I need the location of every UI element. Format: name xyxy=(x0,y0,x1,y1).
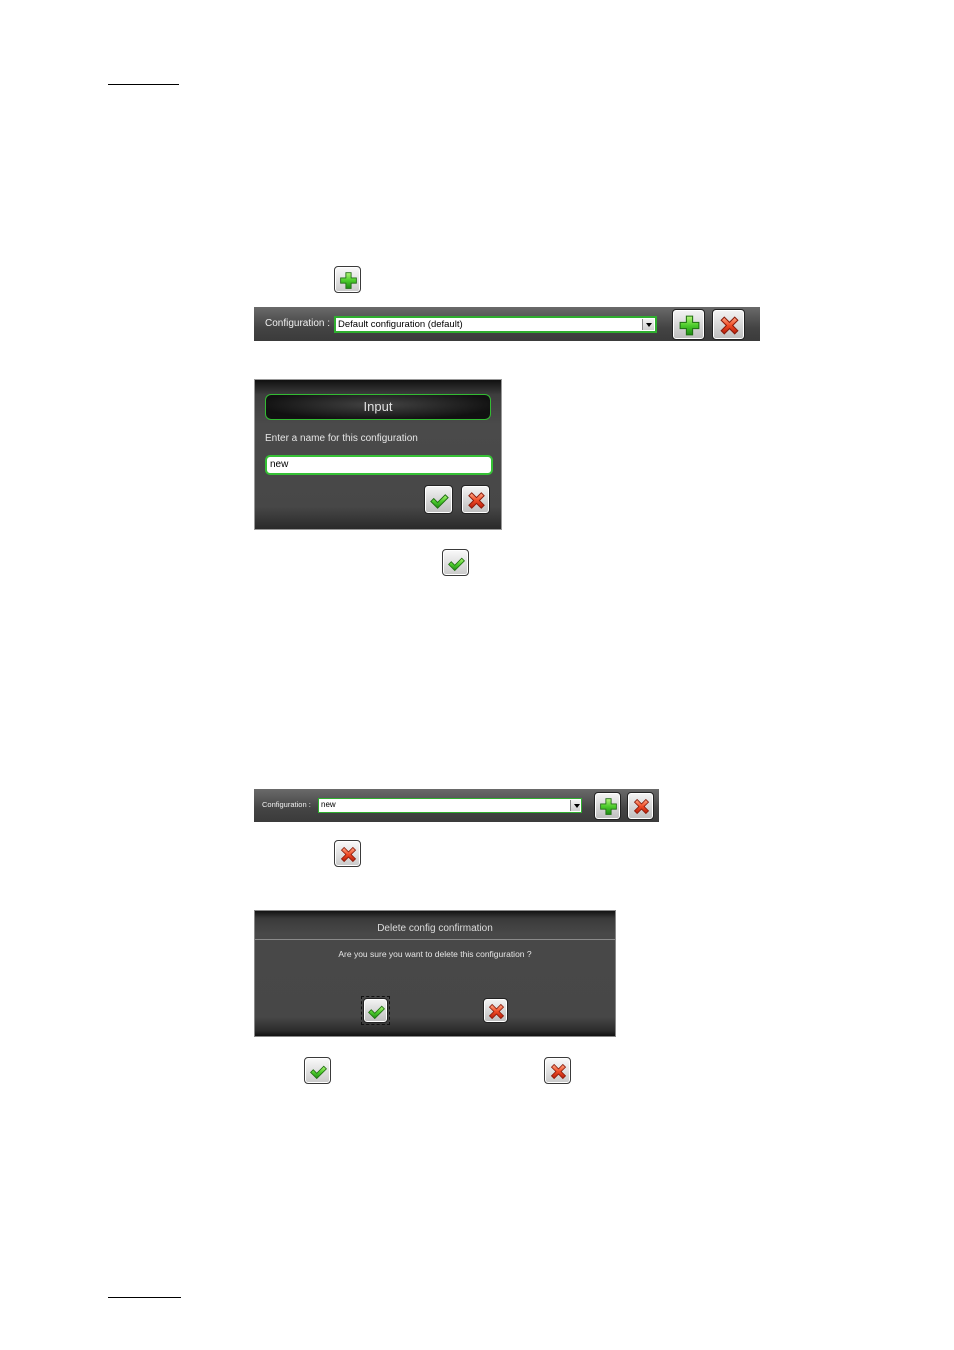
add-config-button[interactable] xyxy=(594,792,621,820)
dialog-prompt: Enter a name for this configuration xyxy=(265,433,418,444)
cancel-delete-button[interactable] xyxy=(483,998,508,1023)
input-dialog: Input Enter a name for this configuratio… xyxy=(254,379,502,530)
dialog-title: Input xyxy=(265,394,491,420)
confirm-icon xyxy=(304,1057,331,1084)
check-icon xyxy=(430,494,449,509)
confirm-icon xyxy=(442,549,469,576)
configuration-select-value: new xyxy=(321,800,336,809)
x-icon xyxy=(468,492,485,509)
x-icon xyxy=(634,799,649,814)
plus-icon xyxy=(340,272,357,289)
x-icon xyxy=(551,1064,566,1079)
config-name-input[interactable]: new xyxy=(265,455,493,475)
check-icon xyxy=(310,1065,327,1079)
delete-config-icon xyxy=(334,840,361,867)
x-icon xyxy=(341,847,356,862)
configuration-label: Configuration : xyxy=(262,800,311,809)
confirm-delete-button[interactable] xyxy=(363,998,388,1023)
dialog-title: Delete config confirmation xyxy=(377,923,493,934)
header-rule xyxy=(108,84,179,85)
plus-icon xyxy=(679,315,700,336)
delete-config-button[interactable] xyxy=(712,309,745,340)
configuration-toolbar-2: Configuration : new xyxy=(254,789,659,822)
dialog-message: Are you sure you want to delete this con… xyxy=(338,949,532,959)
plus-icon xyxy=(600,798,617,815)
footer-rule xyxy=(108,1297,181,1298)
confirm-button[interactable] xyxy=(424,485,453,514)
delete-confirmation-dialog: Delete config confirmation Are you sure … xyxy=(254,910,616,1037)
configuration-select[interactable]: Default configuration (default) xyxy=(334,316,657,333)
add-config-icon xyxy=(334,266,361,293)
configuration-toolbar: Configuration : Default configuration (d… xyxy=(254,307,760,341)
x-icon xyxy=(720,316,739,335)
chevron-down-icon[interactable] xyxy=(570,800,580,811)
configuration-label: Configuration : xyxy=(265,318,331,329)
add-config-button[interactable] xyxy=(672,309,705,340)
configuration-select[interactable]: new xyxy=(318,798,582,813)
configuration-select-value: Default configuration (default) xyxy=(338,319,463,330)
chevron-down-icon[interactable] xyxy=(642,319,654,330)
check-icon xyxy=(368,1005,385,1019)
x-icon xyxy=(489,1004,504,1019)
check-icon xyxy=(448,557,465,571)
cancel-icon xyxy=(544,1057,571,1084)
delete-config-button[interactable] xyxy=(627,792,654,820)
cancel-button[interactable] xyxy=(461,485,490,514)
title-divider xyxy=(255,939,615,940)
